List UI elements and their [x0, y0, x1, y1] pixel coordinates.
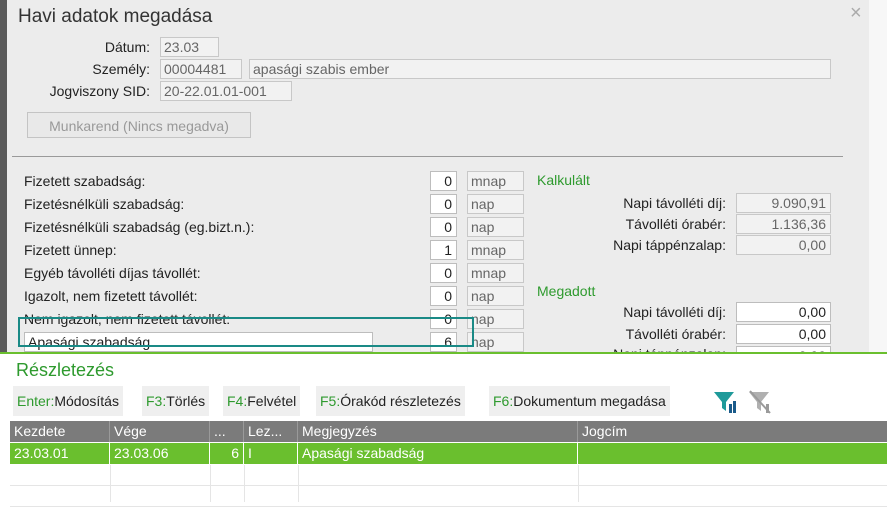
cell-lez: I [244, 443, 298, 464]
absence-value-field[interactable]: 0 [430, 171, 457, 191]
jogviszony-field[interactable]: 20-22.01.01-001 [160, 81, 292, 101]
cell-megjegyzes: Apasági szabadság [298, 443, 578, 464]
details-title: Részletezés [16, 360, 115, 380]
kalkulalt-tavolleti-oraber-label: Távolléti órabér: [625, 216, 726, 232]
absence-unit: nap [467, 286, 524, 306]
grid-line [110, 465, 111, 502]
szemely-label: Személy: [92, 61, 150, 77]
absence-unit: nap [467, 309, 524, 329]
col-vege[interactable]: Vége [110, 421, 210, 442]
cell-count: 6 [210, 443, 244, 464]
col-kezdete[interactable]: Kezdete [10, 421, 110, 442]
absence-unit: mnap [467, 240, 524, 260]
felvetel-label: Felvétel [247, 393, 297, 409]
cell-vege: 23.03.06 [110, 443, 210, 464]
highlight-frame [18, 317, 474, 347]
szemely-code-field[interactable]: 00004481 [160, 59, 242, 79]
megadott-napi-tavolleti-dij-field[interactable]: 0,00 [736, 302, 831, 322]
grid-line [210, 465, 211, 502]
absence-value-field[interactable]: 0 [430, 217, 457, 237]
absence-unit: nap [467, 332, 524, 352]
kalkulalt-napi-tappenzalap-field: 0,00 [736, 235, 831, 255]
col-jogcim[interactable]: Jogcím [578, 421, 887, 442]
megadott-tavolleti-oraber-label: Távolléti órabér: [625, 326, 726, 342]
absence-unit: mnap [467, 171, 524, 191]
torles-button[interactable]: F3:Törlés [142, 386, 210, 416]
orakod-label: Órakód részletezés [340, 393, 461, 409]
absence-value-field[interactable]: 0 [430, 194, 457, 214]
kalkulalt-heading: Kalkulált [537, 172, 590, 188]
divider [12, 156, 843, 157]
orakod-key: F5: [320, 393, 341, 409]
munkarend-button[interactable]: Munkarend (Nincs megadva) [27, 112, 251, 138]
dokumentum-label: Dokumentum megadása [513, 393, 666, 409]
absence-label: Egyéb távolléti díjas távollét: [24, 265, 201, 281]
grid-line [244, 465, 245, 502]
felvetel-button[interactable]: F4:Felvétel [223, 386, 301, 416]
absence-label: Fizetésnélküli szabadság (eg.bizt.n.): [24, 219, 255, 235]
cell-jogcim [578, 443, 887, 464]
orakod-reszletezes-button[interactable]: F5:Órakód részletezés [316, 386, 465, 416]
megadott-heading: Megadott [537, 283, 596, 299]
clear-filter-icon[interactable] [747, 389, 773, 415]
absence-unit: nap [467, 194, 524, 214]
felvetel-key: F4: [227, 393, 248, 409]
szemely-name-field: apasági szabis ember [249, 59, 831, 79]
col-megjegyzes[interactable]: Megjegyzés [298, 421, 578, 442]
dokumentum-key: F6: [493, 393, 514, 409]
cell-kezdete: 23.03.01 [10, 443, 110, 464]
jogviszony-label: Jogviszony SID: [49, 83, 150, 99]
dialog-right-strip [869, 0, 887, 352]
modositas-key: Enter: [17, 393, 55, 409]
grid-line [578, 465, 579, 502]
dialog-left-edge [0, 0, 7, 352]
torles-key: F3: [146, 393, 167, 409]
kalkulalt-napi-tappenzalap-label: Napi táppénzalap: [613, 237, 726, 253]
kalkulalt-tavolleti-oraber-field: 1.136,36 [736, 214, 831, 234]
absence-label: Igazolt, nem fizetett távollét: [24, 288, 198, 304]
filter-icon[interactable] [712, 389, 738, 415]
absence-unit: nap [467, 217, 524, 237]
dokumentum-megadasa-button[interactable]: F6:Dokumentum megadása [489, 386, 670, 416]
kalkulalt-napi-tavolleti-dij-field: 9.090,91 [736, 193, 831, 213]
absence-label: Fizetett ünnep: [24, 242, 117, 258]
torles-label: Törlés [166, 393, 206, 409]
absence-value-field[interactable]: 1 [430, 240, 457, 260]
absence-unit: mnap [467, 263, 524, 283]
absence-label: Fizetett szabadság: [24, 173, 146, 189]
absence-label: Fizetésnélküli szabadság: [24, 196, 185, 212]
col-lez[interactable]: Lez... [244, 421, 298, 442]
empty-row [10, 465, 887, 486]
modositas-button[interactable]: Enter:Módosítás [13, 386, 123, 416]
absence-value-field[interactable]: 0 [430, 263, 457, 283]
absence-value-field[interactable]: 0 [430, 286, 457, 306]
empty-row [10, 486, 887, 507]
modositas-label: Módosítás [54, 393, 119, 409]
grid-line [298, 465, 299, 502]
megadott-tavolleti-oraber-field[interactable]: 0,00 [736, 324, 831, 344]
col-count[interactable]: ... [210, 421, 244, 442]
close-icon[interactable]: × [850, 2, 862, 25]
datum-field[interactable]: 23.03 [160, 37, 219, 57]
datum-label: Dátum: [104, 39, 150, 55]
dialog-title: Havi adatok megadása [18, 6, 213, 27]
kalkulalt-napi-tavolleti-dij-label: Napi távolléti díj: [623, 195, 726, 211]
megadott-napi-tavolleti-dij-label: Napi távolléti díj: [623, 304, 726, 320]
